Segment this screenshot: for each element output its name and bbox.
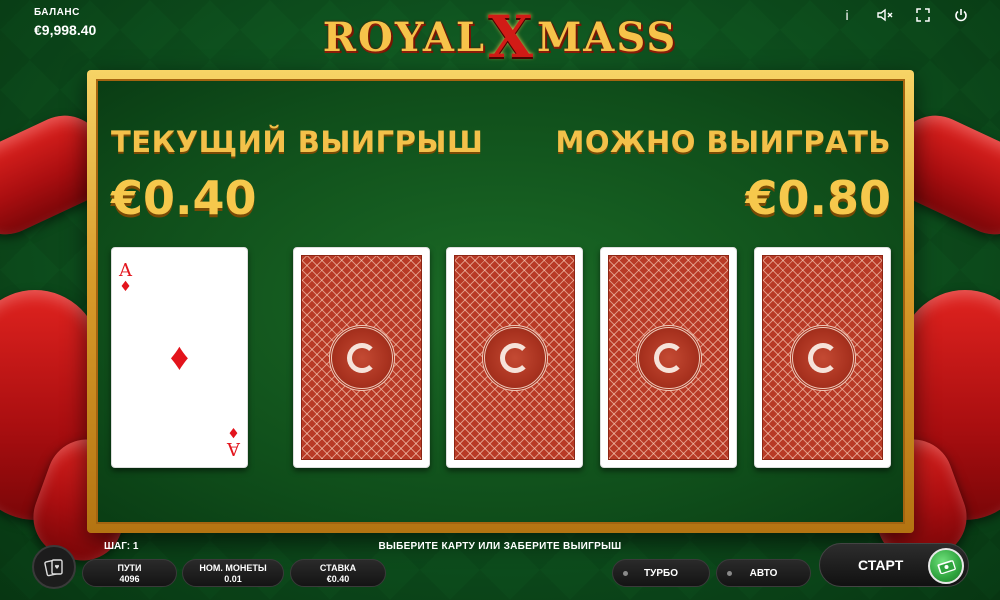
step-indicator: ШАГ: 1 [104, 541, 139, 552]
possible-win-label: МОЖНО ВЫИГРАТЬ [555, 125, 891, 159]
info-icon[interactable]: i [838, 6, 856, 24]
card-corner-bottom: A ♦ [227, 424, 240, 459]
coin-value-selector[interactable]: НОМ. МОНЕТЫ 0.01 [182, 559, 284, 587]
card-back-pattern [608, 255, 729, 460]
coin-value-label: НОМ. МОНЕТЫ [199, 563, 267, 573]
balance-label: БАЛАНС [34, 7, 80, 18]
start-button[interactable]: СТАРТ [819, 543, 969, 587]
ways-display[interactable]: ПУТИ 4096 [82, 559, 177, 587]
gamble-hint: ВЫБЕРИТЕ КАРТУ ИЛИ ЗАБЕРИТЕ ВЫИГРЫШ [378, 541, 622, 552]
gamble-felt: ТЕКУЩИЙ ВЫИГРЫШ €0.40 МОЖНО ВЫИГРАТЬ €0.… [96, 79, 905, 524]
logo-text-royal: ROYAL [322, 13, 486, 61]
diamond-icon: ♦ [169, 336, 190, 378]
bottom-bar: ШАГ: 1 ВЫБЕРИТЕ КАРТУ ИЛИ ЗАБЕРИТЕ ВЫИГР… [0, 535, 1000, 600]
hidden-card-3[interactable] [600, 247, 737, 468]
game-logo: ROYAL X MASS [300, 3, 700, 71]
bet-label: СТАВКА [319, 563, 357, 573]
dealer-card: A ♦ ♦ A ♦ [111, 247, 248, 468]
diamond-icon: ♦ [119, 279, 132, 295]
card-corner-top: A ♦ [119, 260, 132, 295]
turbo-indicator-dot [623, 570, 628, 576]
ways-value: 4096 [119, 574, 140, 584]
coin-value: 0.01 [224, 574, 242, 584]
gamble-panel: ТЕКУЩИЙ ВЫИГРЫШ €0.40 МОЖНО ВЫИГРАТЬ €0.… [87, 70, 914, 533]
power-icon[interactable] [952, 6, 970, 24]
card-rank: A [119, 260, 132, 281]
collect-money-icon[interactable] [928, 548, 964, 584]
card-back-emblem-icon [481, 324, 548, 391]
start-label: СТАРТ [858, 557, 904, 573]
cards-icon [44, 559, 63, 577]
current-win-label: ТЕКУЩИЙ ВЫИГРЫШ [111, 125, 484, 159]
card-back-emblem-icon [789, 324, 856, 391]
bet-value: €0.40 [326, 574, 350, 584]
diamond-icon: ♦ [227, 424, 240, 440]
ways-label: ПУТИ [117, 563, 142, 573]
card-back-emblem-icon [328, 324, 395, 391]
hidden-card-1[interactable] [293, 247, 430, 468]
fullscreen-icon[interactable] [914, 6, 932, 24]
autoplay-toggle[interactable]: АВТО [716, 559, 811, 587]
paytable-button[interactable] [32, 545, 76, 589]
logo-text-x: X [488, 3, 536, 71]
auto-indicator-dot [727, 570, 732, 576]
card-back-emblem-icon [635, 324, 702, 391]
hidden-card-4[interactable] [754, 247, 891, 468]
card-back-pattern [301, 255, 422, 460]
current-win-value: €0.40 [111, 171, 257, 225]
mute-icon[interactable] [876, 6, 894, 24]
balance-display: БАЛАНС €9,998.40 [34, 7, 96, 38]
card-rank: A [227, 438, 240, 459]
auto-label: АВТО [749, 567, 778, 579]
turbo-toggle[interactable]: ТУРБО [612, 559, 710, 587]
possible-win-value: €0.80 [745, 171, 891, 225]
card-back-pattern [762, 255, 883, 460]
turbo-label: ТУРБО [644, 567, 678, 579]
card-back-pattern [454, 255, 575, 460]
bet-selector[interactable]: СТАВКА €0.40 [290, 559, 386, 587]
hidden-card-2[interactable] [446, 247, 583, 468]
logo-text-mass: MASS [537, 13, 678, 61]
top-toolbar: i [838, 6, 970, 24]
balance-value: €9,998.40 [34, 22, 97, 38]
